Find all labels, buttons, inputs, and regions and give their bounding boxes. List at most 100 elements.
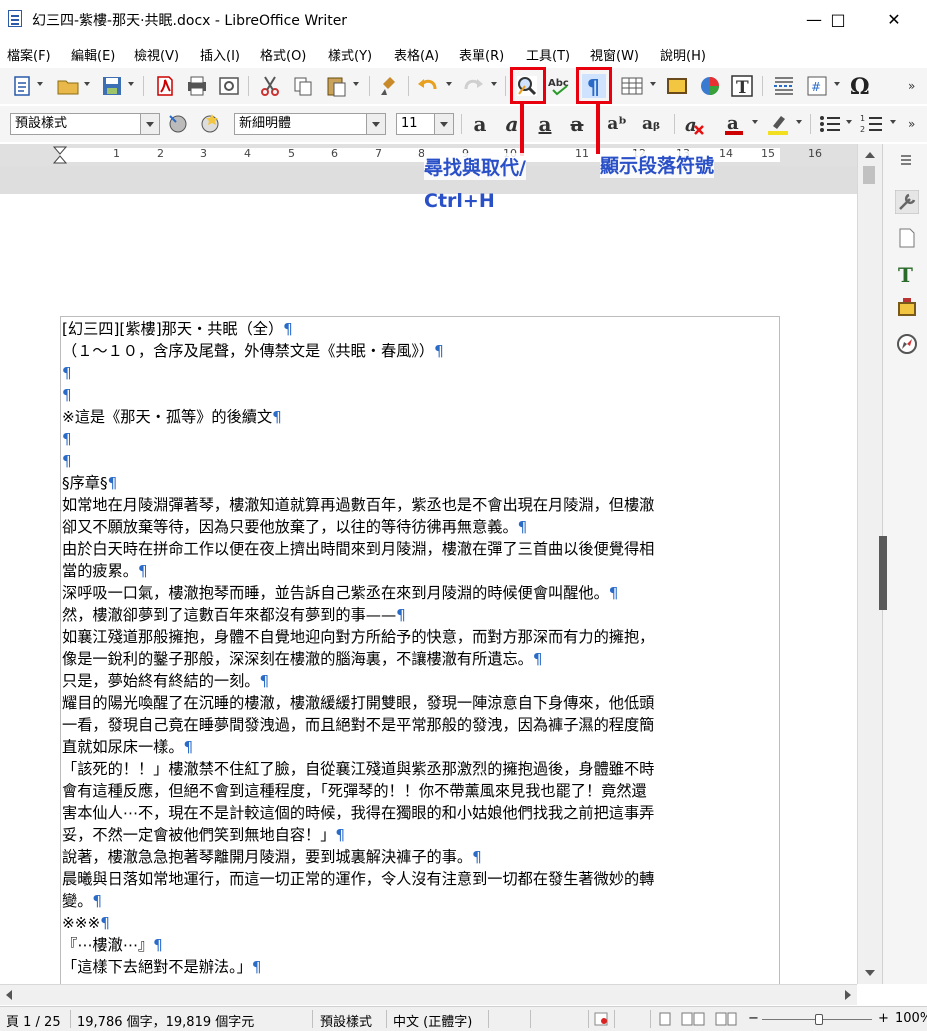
document-line[interactable]: 深呼吸一口氣，樓澈抱琴而睡，並告訴自己紫丞在來到月陵淵的時候便會叫醒他。¶	[62, 582, 778, 604]
document-line[interactable]: （１～１０，含序及尾聲，外傳禁文是《共眠・春風》）¶	[62, 340, 778, 362]
update-style-icon[interactable]	[166, 112, 190, 136]
insert-textbox-icon[interactable]: T	[730, 74, 754, 98]
view-layout-icons[interactable]	[658, 1012, 738, 1026]
document-line[interactable]: 如常地在月陵淵彈著琴，樓澈知道就算再過數百年，紫丞也是不會出現在月陵淵，但樓澈	[62, 494, 778, 516]
gallery-icon[interactable]	[895, 296, 919, 320]
document-line[interactable]: ¶	[62, 362, 778, 384]
table-dropdown-icon[interactable]	[650, 82, 656, 86]
menu-file[interactable]: 檔案(F)	[7, 45, 51, 64]
print-preview-icon[interactable]	[217, 74, 241, 98]
document-line[interactable]: 只是，夢始終有終結的一刻。¶	[62, 670, 778, 692]
export-pdf-icon[interactable]	[153, 74, 177, 98]
save-dropdown-icon[interactable]	[128, 82, 134, 86]
bold-icon[interactable]: a	[468, 112, 492, 136]
font-size-dropdown-icon[interactable]	[434, 114, 453, 134]
insert-chart-icon[interactable]	[698, 74, 722, 98]
menu-styles[interactable]: 樣式(Y)	[328, 45, 372, 64]
document-line[interactable]: 由於白天時在拼命工作以便在夜上擠出時間來到月陵淵，樓澈在彈了三首曲以後便覺得相	[62, 538, 778, 560]
word-count[interactable]: 19,786 個字，19,819 個字元	[77, 1011, 254, 1030]
document-line[interactable]: 「該死的！！」樓澈禁不住紅了臉，自從襄江殘道與紫丞那激烈的擁抱過後，身體雖不時	[62, 758, 778, 780]
font-size-select[interactable]: 11	[396, 113, 454, 135]
page-count[interactable]: 頁 1 / 25	[6, 1011, 61, 1030]
document-line[interactable]: 當的疲累。¶	[62, 560, 778, 582]
highlight-dropdown-icon[interactable]	[796, 120, 802, 124]
zoom-out-icon[interactable]: −	[748, 1011, 759, 1026]
document-line[interactable]: [幻三四][紫樓]那天・共眠（全）¶	[62, 318, 778, 340]
document-line[interactable]: 妥，不然一定會被他們笑到無地自容！」¶	[62, 824, 778, 846]
maximize-button[interactable]: □	[815, 6, 861, 34]
menu-edit[interactable]: 編輯(E)	[71, 45, 115, 64]
document-line[interactable]: 然，樓澈卻夢到了這數百年來都沒有夢到的事——¶	[62, 604, 778, 626]
document-line[interactable]: 耀目的陽光喚醒了在沉睡的樓澈，樓澈緩緩打開雙眼，發現一陣涼意自下身傳來，他低頭	[62, 692, 778, 714]
superscript-icon[interactable]: aᵇ	[605, 112, 629, 136]
document-line[interactable]: §序章§¶	[62, 472, 778, 494]
sidebar-menu-icon[interactable]	[895, 152, 919, 168]
document-line[interactable]: 晨曦與日落如常地運行，而這一切正常的運作，令人沒有注意到一切都在發生著微妙的轉	[62, 868, 778, 890]
zoom-in-icon[interactable]: +	[878, 1011, 889, 1026]
subscript-icon[interactable]: aᵦ	[639, 112, 663, 136]
undo-icon[interactable]	[416, 74, 440, 98]
font-name-dropdown-icon[interactable]	[366, 114, 385, 134]
document-line[interactable]: 卻又不願放棄等待，因為只要他放棄了，以往的等待彷彿再無意義。¶	[62, 516, 778, 538]
open-dropdown-icon[interactable]	[84, 82, 90, 86]
document-line[interactable]: 如襄江殘道那般擁抱，身體不自覺地迎向對方所給予的快意，而對方那深而有力的擁抱，	[62, 626, 778, 648]
document-line[interactable]: 「這樣下去絕對不是辦法。」¶	[62, 956, 778, 978]
clone-formatting-icon[interactable]	[378, 74, 402, 98]
open-folder-icon[interactable]	[56, 74, 80, 98]
menu-tools[interactable]: 工具(T)	[526, 45, 570, 64]
document-line[interactable]: 『⋯樓澈⋯』¶	[62, 934, 778, 956]
properties-wrench-icon[interactable]	[895, 190, 919, 214]
new-style-icon[interactable]	[198, 112, 222, 136]
redo-dropdown-icon[interactable]	[491, 82, 497, 86]
scroll-down-icon[interactable]	[865, 970, 875, 976]
menu-format[interactable]: 格式(O)	[260, 45, 306, 64]
redo-icon[interactable]	[461, 74, 485, 98]
document-line[interactable]: 一看，發現自己竟在睡夢間發洩過，而且絕對不是平常那般的發洩，因為褲子濕的程度簡	[62, 714, 778, 736]
special-character-icon[interactable]: Ω	[848, 74, 872, 98]
document-line[interactable]: ¶	[62, 384, 778, 406]
menu-window[interactable]: 視窗(W)	[590, 45, 639, 64]
document-text[interactable]: [幻三四][紫樓]那天・共眠（全）¶ （１～１０，含序及尾聲，外傳禁文是《共眠・春…	[62, 318, 778, 978]
sidebar-collapse-handle[interactable]	[879, 536, 887, 610]
indent-marker-icon[interactable]	[53, 146, 67, 164]
document-line[interactable]: ※※※¶	[62, 912, 778, 934]
field-dropdown-icon[interactable]	[834, 82, 840, 86]
paragraph-style-dropdown-icon[interactable]	[140, 114, 159, 134]
more-toolbar-icon[interactable]: »	[906, 74, 922, 98]
insert-table-icon[interactable]	[620, 74, 644, 98]
horizontal-scrollbar[interactable]	[0, 984, 857, 1005]
document-modified-icon[interactable]	[594, 1012, 610, 1026]
document-line[interactable]: 害本仙人⋯不，現在不是計較這個的時候，我得在獨眼的和小姑娘他們找我之前把這事弄	[62, 802, 778, 824]
styles-icon[interactable]: T	[895, 262, 919, 286]
page-style-status[interactable]: 預設樣式	[320, 1011, 372, 1030]
numbered-list-icon[interactable]: 12	[860, 112, 884, 136]
zoom-slider-thumb[interactable]	[815, 1014, 823, 1025]
document-line[interactable]: ¶	[62, 428, 778, 450]
font-color-dropdown-icon[interactable]	[752, 120, 758, 124]
document-line[interactable]: 直就如尿床一樣。¶	[62, 736, 778, 758]
document-line[interactable]: 變。¶	[62, 890, 778, 912]
close-button[interactable]: ✕	[871, 6, 917, 34]
bullet-dropdown-icon[interactable]	[846, 120, 852, 124]
numbered-dropdown-icon[interactable]	[890, 120, 896, 124]
document-canvas[interactable]: [幻三四][紫樓]那天・共眠（全）¶ （１～１０，含序及尾聲，外傳禁文是《共眠・春…	[0, 194, 857, 984]
highlight-icon[interactable]	[766, 112, 790, 136]
menu-insert[interactable]: 插入(I)	[200, 45, 240, 64]
new-document-icon[interactable]	[10, 74, 34, 98]
navigator-icon[interactable]	[895, 332, 919, 356]
document-line[interactable]: 會有這種反應，但絕不會到這種程度，「死彈琴的！！你不帶薰風來見我也罷了！竟然還	[62, 780, 778, 802]
save-icon[interactable]	[100, 74, 124, 98]
scroll-right-icon[interactable]	[845, 990, 851, 1000]
scroll-up-icon[interactable]	[865, 152, 875, 158]
page-icon[interactable]	[895, 226, 919, 250]
clear-formatting-icon[interactable]: a	[683, 112, 707, 136]
print-icon[interactable]	[185, 74, 209, 98]
font-name-select[interactable]: 新細明體	[234, 113, 386, 135]
document-line[interactable]: ¶	[62, 450, 778, 472]
font-color-icon[interactable]: a	[722, 112, 746, 136]
copy-icon[interactable]	[291, 74, 315, 98]
menu-form[interactable]: 表單(R)	[459, 45, 504, 64]
cut-icon[interactable]	[258, 74, 282, 98]
spelling-icon[interactable]: Abc	[547, 74, 571, 98]
language-status[interactable]: 中文 (正體字)	[393, 1011, 472, 1030]
